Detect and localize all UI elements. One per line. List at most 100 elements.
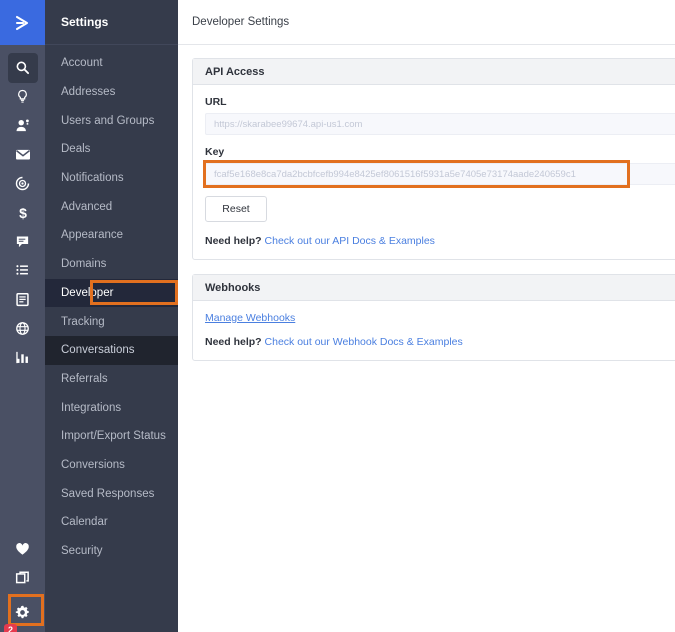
reports-icon <box>15 350 30 365</box>
main-header: Developer Settings <box>178 0 675 45</box>
manage-webhooks-link[interactable]: Manage Webhooks <box>205 312 675 324</box>
sidebar-item-label: Conversions <box>61 458 125 471</box>
rail-slot <box>0 563 45 592</box>
sidebar-item-saved-responses[interactable]: Saved Responses <box>45 479 178 508</box>
sidebar-item-notifications[interactable]: Notifications <box>45 164 178 193</box>
webhooks-heading: Webhooks <box>193 275 675 301</box>
api-help-line: Need help? Check out our API Docs & Exam… <box>205 235 675 247</box>
chat-icon-button[interactable] <box>8 227 38 257</box>
api-docs-link[interactable]: Check out our API Docs & Examples <box>265 235 435 247</box>
sidebar-item-appearance[interactable]: Appearance <box>45 221 178 250</box>
key-input[interactable]: fcaf5e168e8ca7da2bcbfcefb994e8425ef80615… <box>205 163 675 185</box>
rail-slot: $ <box>0 198 45 227</box>
sidebar-item-advanced[interactable]: Advanced <box>45 192 178 221</box>
sidebar-item-label: Saved Responses <box>61 487 155 500</box>
rail-slot <box>0 534 45 563</box>
rail-slot <box>0 52 45 83</box>
main-body: API Access URL https://skarabee99674.api… <box>178 45 675 361</box>
webhook-help-prefix: Need help? <box>205 336 262 348</box>
search-icon <box>15 60 30 75</box>
sidebar-item-tracking[interactable]: Tracking <box>45 307 178 336</box>
apps-icon <box>15 570 30 585</box>
webhook-docs-link[interactable]: Check out our Webhook Docs & Examples <box>265 336 463 348</box>
api-access-body: URL https://skarabee99674.api-us1.com Ke… <box>193 85 675 259</box>
page-title: Developer Settings <box>192 16 290 28</box>
api-access-heading: API Access <box>193 59 675 85</box>
sidebar-item-label: Integrations <box>61 401 122 414</box>
api-access-panel: API Access URL https://skarabee99674.api… <box>192 58 675 260</box>
search-icon-button[interactable] <box>7 52 38 83</box>
apps-icon-button[interactable] <box>8 563 38 593</box>
api-help-prefix: Need help? <box>205 235 262 247</box>
rail-slot <box>0 314 45 343</box>
gear-icon <box>14 604 31 621</box>
sidebar-item-addresses[interactable]: Addresses <box>45 78 178 107</box>
heart-icon-button[interactable] <box>8 534 38 564</box>
reset-button[interactable]: Reset <box>205 196 267 222</box>
rail-slot <box>0 285 45 314</box>
sidebar-item-label: Users and Groups <box>61 114 155 127</box>
sidebar-item-import-export-status[interactable]: Import/Export Status <box>45 422 178 451</box>
sidebar-item-label: Deals <box>61 143 91 156</box>
sidebar-item-label: Appearance <box>61 229 124 242</box>
lightbulb-icon-button[interactable] <box>8 82 38 112</box>
sidebar-item-label: Developer <box>61 286 114 299</box>
dollar-icon: $ <box>16 205 30 221</box>
dollar-icon-button[interactable]: $ <box>8 198 38 228</box>
globe-icon <box>15 321 30 336</box>
rail-bottom-group: 2 <box>0 534 45 632</box>
webhooks-panel: Webhooks Manage Webhooks Need help? Chec… <box>192 274 675 361</box>
list-icon <box>15 263 30 278</box>
rail-icon-list: $ <box>0 45 45 372</box>
sidebar-item-label: Tracking <box>61 315 105 328</box>
sidebar-item-integrations[interactable]: Integrations <box>45 393 178 422</box>
envelope-icon-button[interactable] <box>8 140 38 170</box>
globe-icon-button[interactable] <box>8 314 38 344</box>
webhook-help-line: Need help? Check out our Webhook Docs & … <box>205 336 675 348</box>
sidebar-item-label: Conversations <box>61 344 135 357</box>
gear-icon-button[interactable] <box>8 597 38 627</box>
sidebar-item-label: Account <box>61 57 103 70</box>
sidebar-item-domains[interactable]: Domains <box>45 250 178 279</box>
url-input[interactable]: https://skarabee99674.api-us1.com <box>205 113 675 135</box>
key-label: Key <box>205 146 225 158</box>
sidebar-item-label: Advanced <box>61 200 113 213</box>
sidebar-item-label: Security <box>61 545 103 558</box>
sidebar-item-label: Calendar <box>61 516 108 529</box>
sidebar-item-label: Domains <box>61 258 107 271</box>
rail-slot <box>0 111 45 140</box>
sidebar-item-conversations[interactable]: Conversations <box>45 335 178 365</box>
key-row: fcaf5e168e8ca7da2bcbfcefb994e8425ef80615… <box>203 160 675 188</box>
sidebar-item-developer[interactable]: Developer <box>45 278 178 308</box>
sidebar-item-deals[interactable]: Deals <box>45 135 178 164</box>
rail-slot <box>0 256 45 285</box>
rail-slot <box>0 140 45 169</box>
webhooks-body: Manage Webhooks Need help? Check out our… <box>193 301 675 360</box>
settings-nav-list: Account Addresses Users and Groups Deals Not… <box>45 45 178 565</box>
sidebar-item-calendar[interactable]: Calendar <box>45 508 178 537</box>
contacts-icon-button[interactable] <box>8 111 38 141</box>
settings-gear-slot: 2 <box>0 592 45 632</box>
sidebar-item-conversions[interactable]: Conversions <box>45 451 178 480</box>
app-root: $ 2 Settings Account Addresses Users and… <box>0 0 675 632</box>
list-icon-button[interactable] <box>8 256 38 286</box>
form-icon-button[interactable] <box>8 285 38 315</box>
sidebar-item-account[interactable]: Account <box>45 49 178 78</box>
rail-slot <box>0 169 45 198</box>
url-label: URL <box>205 96 227 108</box>
heart-icon <box>15 542 30 556</box>
form-icon <box>15 292 30 307</box>
app-logo[interactable] <box>0 0 45 45</box>
settings-sidebar: Settings Account Addresses Users and Group… <box>45 0 178 632</box>
sidebar-item-referrals[interactable]: Referrals <box>45 365 178 394</box>
icon-rail: $ 2 <box>0 0 45 632</box>
sidebar-item-security[interactable]: Security <box>45 537 178 566</box>
sidebar-item-label: Addresses <box>61 86 116 99</box>
automation-icon <box>15 176 30 191</box>
automation-icon-button[interactable] <box>8 169 38 199</box>
sidebar-item-users-and-groups[interactable]: Users and Groups <box>45 106 178 135</box>
reports-icon-button[interactable] <box>8 343 38 373</box>
chevron-right-logo-icon <box>13 13 33 33</box>
rail-slot <box>0 82 45 111</box>
settings-sidebar-title: Settings <box>45 0 178 45</box>
